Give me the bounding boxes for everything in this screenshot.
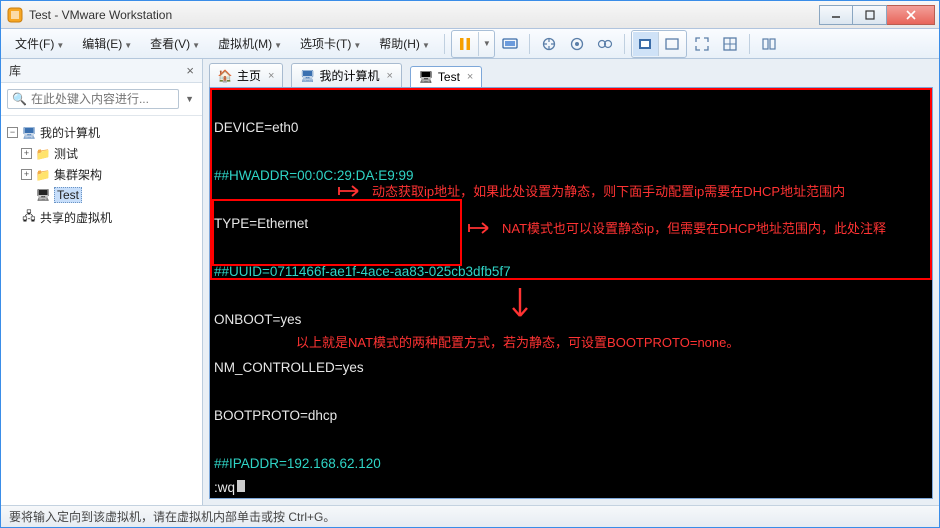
maximize-button[interactable] [853,5,887,25]
status-text: 要将输入定向到该虚拟机，请在虚拟机内部单击或按 Ctrl+G。 [9,508,335,525]
search-dropdown[interactable]: ▼ [183,94,196,104]
tree-label: 测试 [54,145,78,162]
term-line: NM_CONTROLLED=yes [210,360,932,376]
menu-edit[interactable]: 编辑(E)▼ [74,32,140,55]
app-icon [7,7,23,23]
arrow-down-icon [510,286,530,326]
separator [749,34,750,54]
unity-view-button[interactable] [633,32,659,56]
tab-label: 主页 [237,67,261,84]
tree-node-cluster[interactable]: + 📁 集群架构 [5,164,198,185]
window-titlebar: Test - VMware Workstation [1,1,939,29]
tab-home[interactable]: 🏠 主页 × [209,63,283,87]
vm-control-dropdown[interactable]: ▼ [479,32,493,56]
snapshot-button[interactable] [536,32,562,56]
snapshot-manager-button[interactable] [592,32,618,56]
sidebar: 库 × 🔍 ▼ − 🖥 我的计算机 + 📁 测试 + 📁 [1,59,203,505]
tab-close[interactable]: × [467,71,473,83]
seamless-button[interactable] [717,32,743,56]
tree-node-mycomputer[interactable]: − 🖥 我的计算机 [5,122,198,143]
tab-close[interactable]: × [268,70,274,82]
term-line: ##UUID=0711466f-ae1f-4ace-aa83-025cb3dfb… [210,264,932,280]
window-title: Test - VMware Workstation [29,8,819,22]
tab-mypc[interactable]: 🖥 我的计算机 × [291,63,401,87]
term-line: DEVICE=eth0 [210,120,932,136]
tree-label: 我的计算机 [40,124,100,141]
minimize-button[interactable] [819,5,853,25]
vm-control-group: ▼ [451,30,495,58]
separator [624,34,625,54]
menu-tabs[interactable]: 选项卡(T)▼ [292,32,369,55]
send-keys-button[interactable] [497,32,523,56]
arrow-icon [468,221,498,235]
close-button[interactable] [887,5,935,25]
terminal-prompt: :wq [214,480,245,496]
tree-toggle[interactable]: − [7,127,18,138]
snapshot-take-button[interactable] [564,32,590,56]
content: 🏠 主页 × 🖥 我的计算机 × 🖥 Test × DEVICE=eth0 ##… [203,59,939,505]
sidebar-close-button[interactable]: × [186,63,194,78]
folder-icon: 📁 [36,168,50,182]
menu-view[interactable]: 查看(V)▼ [142,32,208,55]
home-icon: 🏠 [218,69,232,83]
annotation-text-3: 以上就是NAT模式的两种配置方式，若为静态，可设置BOOTPROTO=none。 [296,332,739,351]
term-line: ONBOOT=yes [210,312,932,328]
vm-icon: 🖥 [419,70,433,84]
pause-vm-button[interactable] [453,32,479,56]
menu-help[interactable]: 帮助(H)▼ [371,32,438,55]
folder-icon: 📁 [36,147,50,161]
annotation-text-2: NAT模式也可以设置静态ip，但需要在DHCP地址范围内，此处注释 [502,218,886,237]
library-button[interactable] [756,32,782,56]
monitor-icon: 🖥 [22,126,36,140]
menu-file[interactable]: 文件(F)▼ [7,32,72,55]
tab-label: 我的计算机 [319,67,379,84]
menu-vm[interactable]: 虚拟机(M)▼ [210,32,290,55]
tree-label: Test [54,187,82,203]
sidebar-search[interactable]: 🔍 [7,89,179,109]
tree-node-test1[interactable]: + 📁 测试 [5,143,198,164]
monitor-icon: 🖥 [300,69,314,83]
shared-icon: 🖧 [22,207,36,228]
main-area: 库 × 🔍 ▼ − 🖥 我的计算机 + 📁 测试 + 📁 [1,59,939,505]
console-view-button[interactable] [659,32,685,56]
tabbar: 🏠 主页 × 🖥 我的计算机 × 🖥 Test × [203,59,939,87]
menubar: 文件(F)▼ 编辑(E)▼ 查看(V)▼ 虚拟机(M)▼ 选项卡(T)▼ 帮助(… [1,29,939,59]
tree-label: 集群架构 [54,166,102,183]
tree-toggle[interactable]: + [21,148,32,159]
term-line: BOOTPROTO=dhcp [210,408,932,424]
separator [444,34,445,54]
separator [529,34,530,54]
tab-label: Test [438,70,460,84]
search-input[interactable] [31,92,174,106]
tab-test[interactable]: 🖥 Test × [410,66,482,87]
fullscreen-button[interactable] [689,32,715,56]
sidebar-title: 库 [9,62,21,79]
vm-icon: 🖥 [36,188,50,202]
tree-node-test-vm[interactable]: + 🖥 Test [5,185,198,205]
sidebar-tree: − 🖥 我的计算机 + 📁 测试 + 📁 集群架构 + 🖥 Test + [1,116,202,505]
statusbar: 要将输入定向到该虚拟机，请在虚拟机内部单击或按 Ctrl+G。 [1,505,939,527]
terminal-viewport[interactable]: DEVICE=eth0 ##HWADDR=00:0C:29:DA:E9:99 T… [209,87,933,499]
tab-close[interactable]: × [386,70,392,82]
tree-node-shared[interactable]: + 🖧 共享的虚拟机 [5,205,198,230]
sidebar-header: 库 × [1,59,202,83]
terminal-content: DEVICE=eth0 ##HWADDR=00:0C:29:DA:E9:99 T… [210,88,932,498]
window-controls [819,5,935,25]
annotation-text-1: 动态获取ip地址，如果此处设置为静态，则下面手动配置ip需要在DHCP地址范围内 [372,181,845,200]
sidebar-search-row: 🔍 ▼ [1,83,202,116]
tree-label: 共享的虚拟机 [40,209,112,226]
view-group [631,30,687,58]
term-line: ##IPADDR=192.168.62.120 [210,456,932,472]
tree-toggle[interactable]: + [21,169,32,180]
arrow-icon [338,184,368,198]
search-icon: 🔍 [12,92,27,106]
